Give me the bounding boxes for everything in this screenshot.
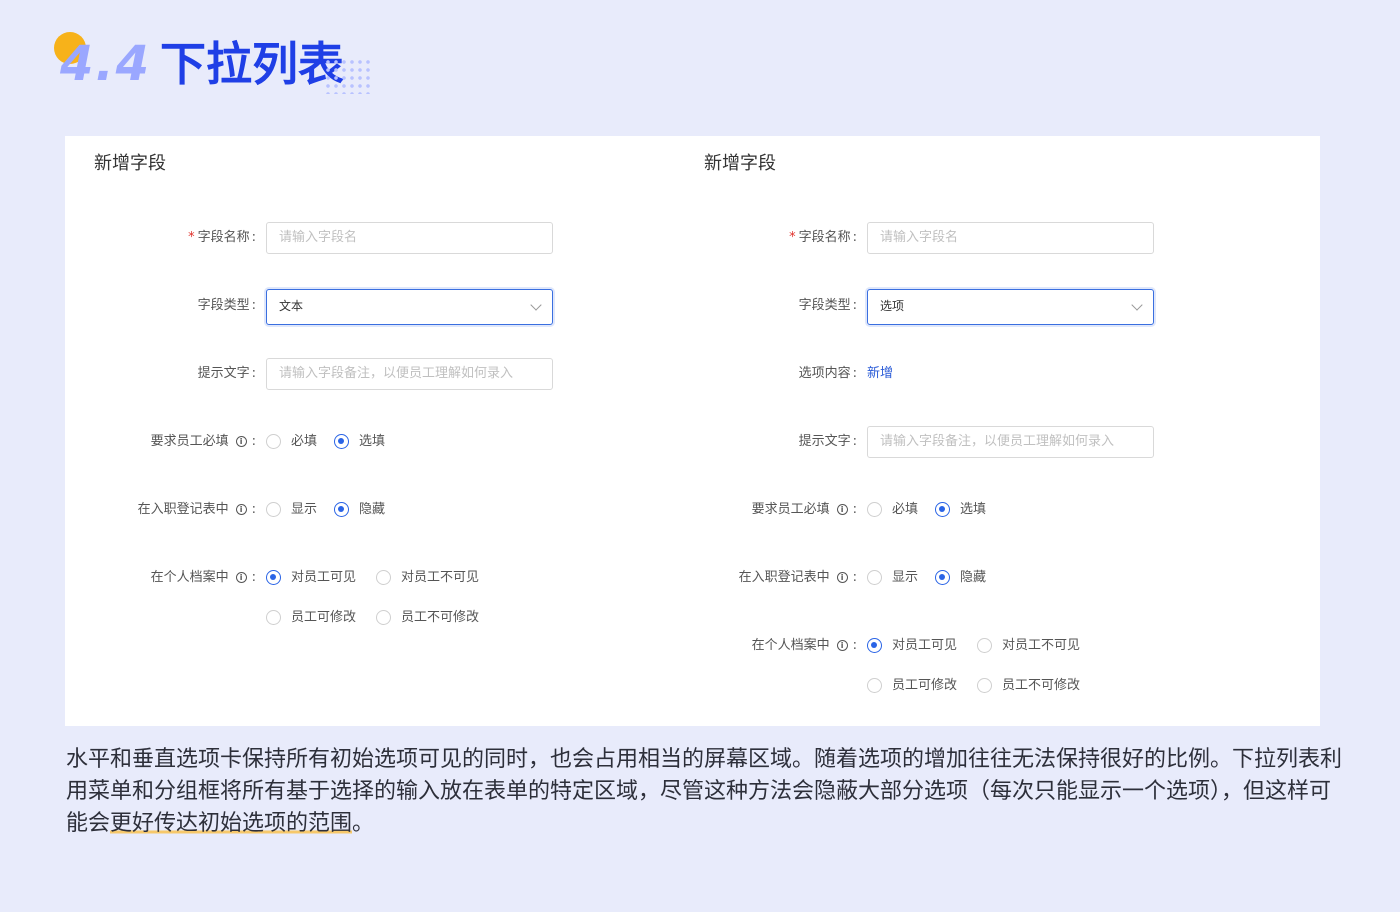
radio-employee-not-editable[interactable]: 员工不可修改 — [977, 670, 1080, 702]
field-type-select[interactable]: 文本 — [266, 289, 553, 325]
info-icon[interactable]: i — [836, 504, 848, 515]
onboarding-radio-group: 显示 隐藏 — [867, 562, 1167, 594]
profile-row-2: 员工可修改 员工不可修改 — [675, 670, 1320, 702]
radio-optional[interactable]: 选填 — [334, 426, 385, 458]
radio-show[interactable]: 显示 — [867, 562, 918, 594]
radio-hide[interactable]: 隐藏 — [334, 494, 385, 526]
chevron-down-icon — [530, 299, 542, 311]
field-type-select[interactable]: 选项 — [867, 289, 1154, 325]
section-number: 4.4 — [60, 36, 152, 92]
form-demo-card: 新增字段 * 字段名称: 请输入字段名 字段类型: 文本 提示文字: 请输入字段备… — [65, 136, 1320, 726]
field-type-value: 文本 — [279, 299, 304, 313]
hint-text-row: 提示文字: 请输入字段备注，以便员工理解如何录入 — [675, 426, 1320, 458]
onboarding-form-label: 在入职登记表中 i: — [137, 502, 256, 517]
require-fill-radio-group: 必填 选填 — [867, 494, 1167, 526]
info-icon[interactable]: i — [836, 640, 848, 651]
field-name-label: * 字段名称: — [188, 230, 256, 245]
profile-row-2: 员工可修改 员工不可修改 — [65, 602, 675, 634]
panel-title: 新增字段 — [704, 153, 776, 174]
radio-employee-not-editable[interactable]: 员工不可修改 — [376, 602, 479, 634]
add-option-link[interactable]: 新增 — [867, 358, 893, 390]
radio-employee-editable[interactable]: 员工可修改 — [867, 670, 957, 702]
info-icon[interactable]: i — [235, 504, 247, 515]
profile-label: 在个人档案中 i: — [751, 638, 857, 653]
require-fill-label: 要求员工必填 i: — [150, 434, 256, 449]
field-type-label: 字段类型: — [798, 298, 857, 313]
radio-optional[interactable]: 选填 — [935, 494, 986, 526]
onboarding-radio-group: 显示 隐藏 — [266, 494, 566, 526]
paragraph-highlight: 更好传达初始选项的范围 — [110, 811, 353, 836]
field-name-row: * 字段名称: 请输入字段名 — [675, 222, 1320, 254]
profile-row: 在个人档案中 i: 对员工可见 对员工不可见 — [675, 630, 1320, 662]
hint-text-label: 提示文字: — [798, 434, 857, 449]
hint-text-input[interactable]: 请输入字段备注，以便员工理解如何录入 — [266, 358, 553, 390]
field-name-input[interactable]: 请输入字段名 — [266, 222, 553, 254]
profile-radio-group: 对员工可见 对员工不可见 — [266, 562, 566, 594]
field-type-row: 字段类型: 文本 — [65, 289, 675, 325]
field-type-label: 字段类型: — [197, 298, 256, 313]
radio-employee-editable[interactable]: 员工可修改 — [266, 602, 356, 634]
onboarding-form-row: 在入职登记表中 i: 显示 隐藏 — [675, 562, 1320, 594]
option-content-label: 选项内容: — [798, 366, 857, 381]
profile-row: 在个人档案中 i: 对员工可见 对员工不可见 — [65, 562, 675, 594]
radio-visible-to-employee[interactable]: 对员工可见 — [266, 562, 356, 594]
hint-text-row: 提示文字: 请输入字段备注，以便员工理解如何录入 — [65, 358, 675, 390]
field-name-input[interactable]: 请输入字段名 — [867, 222, 1154, 254]
hint-text-label: 提示文字: — [197, 366, 256, 381]
profile-radio-group-2: 员工可修改 员工不可修改 — [867, 670, 1167, 702]
paragraph-end: 。 — [352, 811, 375, 836]
profile-radio-group: 对员工可见 对员工不可见 — [867, 630, 1167, 662]
onboarding-form-row: 在入职登记表中 i: 显示 隐藏 — [65, 494, 675, 526]
onboarding-form-label: 在入职登记表中 i: — [738, 570, 857, 585]
radio-invisible-to-employee[interactable]: 对员工不可见 — [977, 630, 1080, 662]
info-icon[interactable]: i — [235, 436, 247, 447]
section-heading: 下拉列表 — [160, 37, 344, 91]
right-panel: 新增字段 * 字段名称: 请输入字段名 字段类型: 选项 选项内容: 新增 提示… — [675, 136, 1320, 726]
hint-text-input[interactable]: 请输入字段备注，以便员工理解如何录入 — [867, 426, 1154, 458]
left-panel: 新增字段 * 字段名称: 请输入字段名 字段类型: 文本 提示文字: 请输入字段备… — [65, 136, 675, 726]
field-name-row: * 字段名称: 请输入字段名 — [65, 222, 675, 254]
radio-show[interactable]: 显示 — [266, 494, 317, 526]
radio-invisible-to-employee[interactable]: 对员工不可见 — [376, 562, 479, 594]
radio-required[interactable]: 必填 — [867, 494, 918, 526]
profile-label: 在个人档案中 i: — [150, 570, 256, 585]
require-fill-row: 要求员工必填 i: 必填 选填 — [675, 494, 1320, 526]
require-fill-radio-group: 必填 选填 — [266, 426, 566, 458]
field-type-value: 选项 — [880, 299, 905, 313]
profile-radio-group-2: 员工可修改 员工不可修改 — [266, 602, 566, 634]
option-content-row: 选项内容: 新增 — [675, 358, 1320, 390]
required-mark: * — [188, 230, 195, 245]
description-paragraph: 水平和垂直选项卡保持所有初始选项可见的同时，也会占用相当的屏幕区域。随着选项的增… — [66, 744, 1346, 840]
radio-required[interactable]: 必填 — [266, 426, 317, 458]
radio-visible-to-employee[interactable]: 对员工可见 — [867, 630, 957, 662]
info-icon[interactable]: i — [235, 572, 247, 583]
title-decoration-dots — [324, 58, 374, 94]
chevron-down-icon — [1131, 299, 1143, 311]
info-icon[interactable]: i — [836, 572, 848, 583]
field-name-label: * 字段名称: — [789, 230, 857, 245]
panel-title: 新增字段 — [94, 153, 166, 174]
required-mark: * — [789, 230, 796, 245]
require-fill-label: 要求员工必填 i: — [751, 502, 857, 517]
radio-hide[interactable]: 隐藏 — [935, 562, 986, 594]
require-fill-row: 要求员工必填 i: 必填 选填 — [65, 426, 675, 458]
field-type-row: 字段类型: 选项 — [675, 289, 1320, 325]
